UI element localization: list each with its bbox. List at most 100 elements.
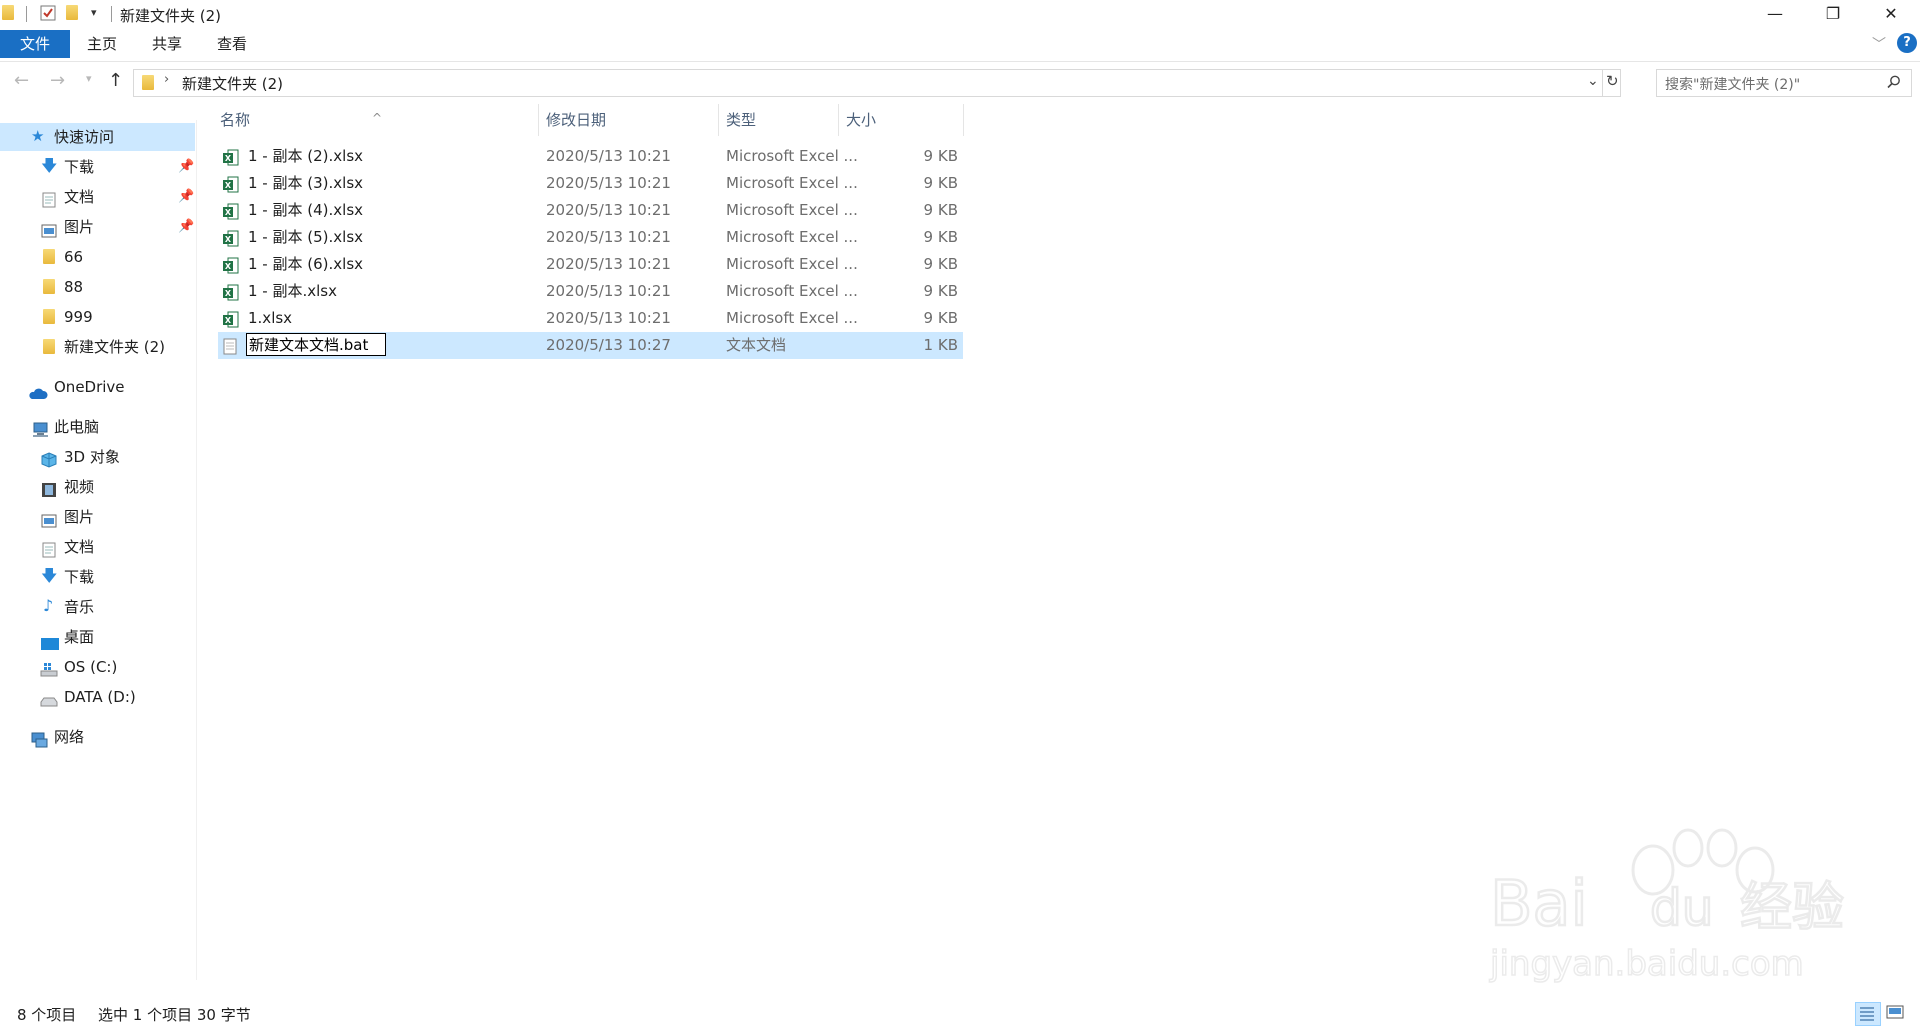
details-view-button[interactable] <box>1855 1002 1881 1026</box>
sidebar-item-drive-d[interactable]: DATA (D:) <box>0 683 195 711</box>
search-input[interactable]: 搜索"新建文件夹 (2)" <box>1656 69 1912 97</box>
sidebar-item-folder-66[interactable]: 66 <box>0 243 195 271</box>
file-row[interactable]: X 1 - 副本 (3).xlsx 2020/5/13 10:21 Micros… <box>218 170 963 197</box>
document-icon <box>42 539 58 558</box>
sidebar-item-documents[interactable]: 文档 📌 <box>0 183 195 211</box>
pane-divider[interactable] <box>196 120 197 980</box>
pin-icon[interactable]: 📌 <box>178 183 194 211</box>
file-size: 9 KB <box>923 174 958 192</box>
sidebar-item-new-folder-2[interactable]: 新建文件夹 (2) <box>0 333 195 361</box>
music-note-icon: ♪ <box>43 596 54 615</box>
file-name: 1 - 副本 (3).xlsx <box>248 174 364 192</box>
sidebar-item-label: OS (C:) <box>64 658 118 676</box>
file-row[interactable]: X 1 - 副本.xlsx 2020/5/13 10:21 Microsoft … <box>218 278 963 305</box>
watermark-brand-mid: du <box>1650 879 1713 937</box>
navigation-bar: ← → ▾ ↑ › 新建文件夹 (2) ⌄ ↻ 搜索"新建文件夹 (2)" <box>0 62 1920 100</box>
sidebar-item-music[interactable]: ♪ 音乐 <box>0 593 195 621</box>
properties-checkbox-icon[interactable] <box>40 5 56 23</box>
up-arrow-icon[interactable]: ↑ <box>108 70 123 91</box>
sidebar-item-pictures-pc[interactable]: 图片 <box>0 503 195 531</box>
sidebar-item-label: 新建文件夹 (2) <box>64 338 166 356</box>
column-header-size[interactable]: 大小 <box>846 104 946 136</box>
sidebar-item-videos[interactable]: 视频 <box>0 473 195 501</box>
sidebar-item-folder-999[interactable]: 999 <box>0 303 195 331</box>
file-row[interactable]: X 1 - 副本 (5).xlsx 2020/5/13 10:21 Micros… <box>218 224 963 251</box>
close-button[interactable]: ✕ <box>1862 0 1920 30</box>
column-resize-handle[interactable] <box>538 104 539 136</box>
file-date: 2020/5/13 10:27 <box>546 336 671 354</box>
file-row[interactable]: X 1 - 副本 (2).xlsx 2020/5/13 10:21 Micros… <box>218 143 963 170</box>
tab-file[interactable]: 文件 <box>0 30 70 58</box>
file-type: Microsoft Excel ... <box>726 255 858 273</box>
search-icon[interactable] <box>1887 74 1901 93</box>
recent-locations-chevron-icon[interactable]: ▾ <box>86 72 92 85</box>
column-resize-handle[interactable] <box>838 104 839 136</box>
document-icon <box>42 189 58 208</box>
file-type: 文本文档 <box>726 336 787 354</box>
desktop-icon <box>41 631 59 650</box>
sidebar-item-pictures[interactable]: 图片 📌 <box>0 213 195 241</box>
file-name: 1 - 副本 (6).xlsx <box>248 255 364 273</box>
column-header-date[interactable]: 修改日期 <box>546 104 716 136</box>
large-icons-view-button[interactable] <box>1884 1002 1908 1024</box>
file-date: 2020/5/13 10:21 <box>546 255 671 273</box>
column-header-type[interactable]: 类型 <box>726 104 836 136</box>
folder-icon <box>43 249 59 265</box>
sidebar-item-network[interactable]: 网络 <box>0 723 195 751</box>
sidebar-item-onedrive[interactable]: OneDrive <box>0 373 195 401</box>
sidebar-item-documents-pc[interactable]: 文档 <box>0 533 195 561</box>
computer-icon <box>31 419 48 437</box>
sidebar-item-downloads[interactable]: 🡇 下载 📌 <box>0 153 195 181</box>
tab-view[interactable]: 查看 <box>208 30 256 58</box>
sidebar-item-label: 999 <box>64 308 93 326</box>
file-type: Microsoft Excel ... <box>726 147 858 165</box>
file-row-selected[interactable]: 新建文本文档.bat 2020/5/13 10:27 文本文档 1 KB <box>218 332 963 359</box>
address-bar[interactable]: › 新建文件夹 (2) ⌄ ↻ <box>133 69 1621 97</box>
help-button[interactable]: ? <box>1897 33 1917 53</box>
refresh-icon[interactable]: ↻ <box>1606 72 1619 90</box>
sidebar-item-label: 图片 <box>64 218 95 236</box>
quick-access-dropdown-icon[interactable]: ▾ <box>91 6 97 19</box>
tab-share[interactable]: 共享 <box>142 30 192 58</box>
minimize-button[interactable]: — <box>1746 0 1804 30</box>
address-dropdown-icon[interactable]: ⌄ <box>1587 73 1599 89</box>
title-bar: ▾ 新建文件夹 (2) — ❐ ✕ <box>0 0 1920 30</box>
pin-icon[interactable]: 📌 <box>178 213 194 241</box>
pin-icon[interactable]: 📌 <box>178 153 194 181</box>
sidebar-item-label: 此电脑 <box>54 418 100 436</box>
ribbon-expand-icon[interactable]: ﹀ <box>1872 34 1886 54</box>
new-folder-icon[interactable] <box>66 5 82 23</box>
sidebar-item-label: 88 <box>64 278 84 296</box>
back-arrow-icon[interactable]: ← <box>14 70 29 91</box>
tab-home[interactable]: 主页 <box>78 30 126 58</box>
maximize-button[interactable]: ❐ <box>1804 0 1862 30</box>
sidebar-item-downloads-pc[interactable]: 🡇 下载 <box>0 563 195 591</box>
column-resize-handle[interactable] <box>718 104 719 136</box>
sidebar-item-3d-objects[interactable]: 3D 对象 <box>0 443 195 471</box>
file-row[interactable]: X 1 - 副本 (4).xlsx 2020/5/13 10:21 Micros… <box>218 197 963 224</box>
file-name: 1.xlsx <box>248 309 293 327</box>
breadcrumb-separator-icon[interactable]: › <box>164 72 169 87</box>
file-date: 2020/5/13 10:21 <box>546 147 671 165</box>
sidebar-item-quick-access[interactable]: ★ 快速访问 <box>0 123 195 151</box>
file-row[interactable]: X 1.xlsx 2020/5/13 10:21 Microsoft Excel… <box>218 305 963 332</box>
column-resize-handle[interactable] <box>963 104 964 136</box>
sidebar-item-folder-88[interactable]: 88 <box>0 273 195 301</box>
watermark-brand-cn: 经验 <box>1740 878 1844 938</box>
file-name: 1 - 副本 (5).xlsx <box>248 228 364 246</box>
svg-text:X: X <box>225 235 232 244</box>
rename-input[interactable]: 新建文本文档.bat <box>246 333 386 356</box>
sidebar-item-label: 66 <box>64 248 84 266</box>
sidebar-item-this-pc[interactable]: 此电脑 <box>0 413 195 441</box>
folder-icon <box>43 279 59 295</box>
cloud-icon <box>28 381 48 399</box>
forward-arrow-icon[interactable]: → <box>50 70 65 91</box>
sidebar-item-label: 图片 <box>64 508 95 526</box>
excel-file-icon: X <box>223 148 239 166</box>
sidebar-item-drive-c[interactable]: OS (C:) <box>0 653 195 681</box>
column-header-name[interactable]: 名称 ^ <box>220 104 538 136</box>
ribbon: 文件 主页 共享 查看 ﹀ ? <box>0 30 1920 62</box>
file-row[interactable]: X 1 - 副本 (6).xlsx 2020/5/13 10:21 Micros… <box>218 251 963 278</box>
breadcrumb[interactable]: 新建文件夹 (2) <box>182 73 283 94</box>
sidebar-item-desktop[interactable]: 桌面 <box>0 623 195 651</box>
